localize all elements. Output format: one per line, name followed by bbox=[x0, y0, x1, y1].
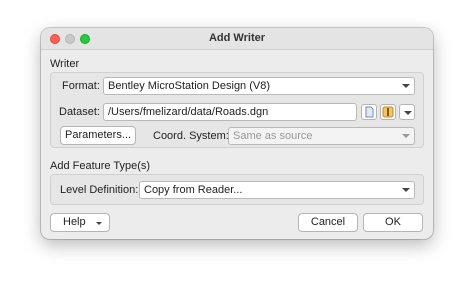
window-title: Add Writer bbox=[208, 32, 266, 44]
level-definition-value: Copy from Reader... bbox=[144, 184, 243, 196]
chevron-down-icon bbox=[402, 188, 410, 192]
coord-system-label: Coord. System: bbox=[153, 130, 229, 142]
parameters-button[interactable]: Parameters... bbox=[60, 126, 136, 145]
format-value: Bentley MicroStation Design (V8) bbox=[108, 80, 271, 92]
feature-type-section-label: Add Feature Type(s) bbox=[50, 160, 151, 172]
coord-system-select[interactable]: Same as source bbox=[228, 127, 415, 145]
help-button[interactable]: Help bbox=[50, 213, 110, 232]
help-label: Help bbox=[63, 216, 86, 228]
chevron-down-icon bbox=[402, 84, 410, 88]
chevron-down-icon bbox=[402, 134, 410, 138]
file-icon bbox=[365, 106, 374, 118]
dataset-settings-button[interactable] bbox=[380, 104, 396, 120]
chevron-down-icon bbox=[96, 222, 102, 225]
writer-section-label: Writer bbox=[50, 58, 80, 70]
dataset-label: Dataset: bbox=[59, 106, 100, 118]
browse-file-button[interactable] bbox=[361, 104, 377, 120]
cancel-button[interactable]: Cancel bbox=[298, 213, 358, 232]
writer-group: Format: Bentley MicroStation Design (V8)… bbox=[50, 72, 424, 148]
dataset-input[interactable]: /Users/fmelizard/data/Roads.dgn bbox=[103, 103, 357, 121]
format-select[interactable]: Bentley MicroStation Design (V8) bbox=[103, 77, 415, 95]
format-label: Format: bbox=[62, 80, 100, 92]
add-writer-dialog: Add Writer Writer Format: Bentley MicroS… bbox=[41, 28, 433, 239]
feature-type-group: Level Definition: Copy from Reader... bbox=[50, 174, 424, 205]
chevron-down-icon bbox=[404, 111, 412, 115]
coord-system-value: Same as source bbox=[233, 130, 313, 142]
ok-button[interactable]: OK bbox=[363, 213, 423, 232]
dataset-options-dropdown[interactable] bbox=[399, 104, 415, 120]
level-definition-label: Level Definition: bbox=[60, 184, 139, 196]
database-gear-icon bbox=[382, 106, 394, 118]
level-definition-select[interactable]: Copy from Reader... bbox=[139, 181, 415, 199]
title-bar: Add Writer bbox=[41, 28, 433, 50]
